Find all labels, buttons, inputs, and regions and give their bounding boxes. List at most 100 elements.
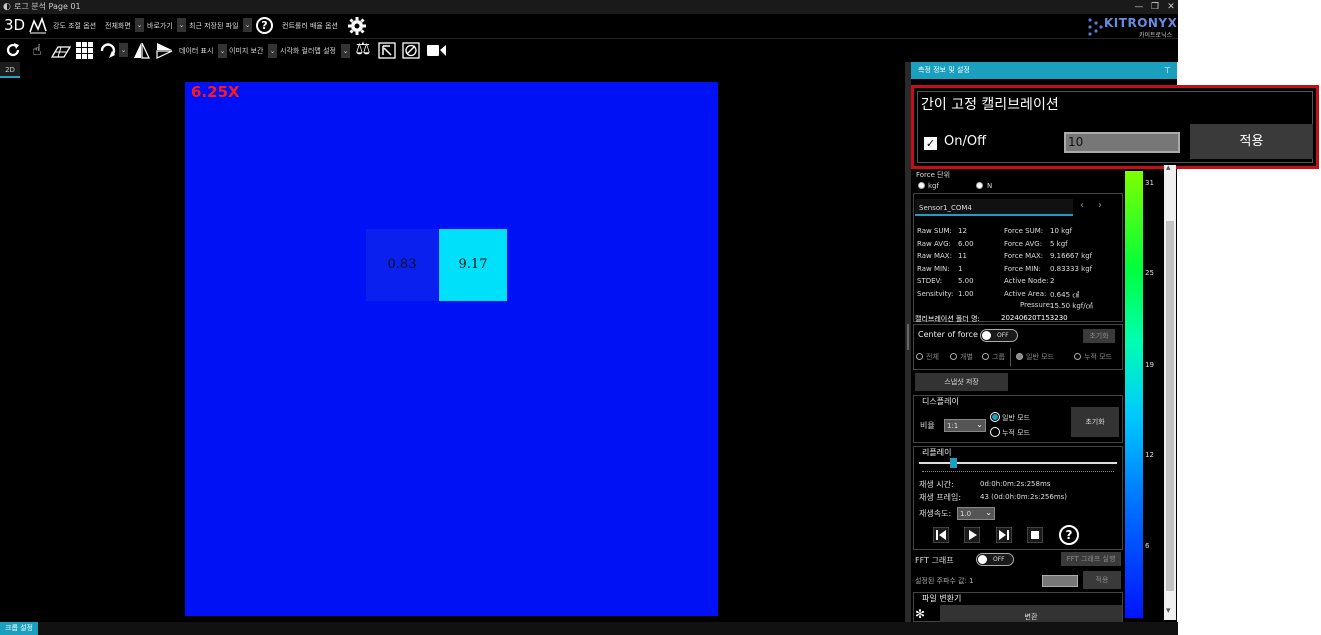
stat-value: 0.83333 kgf <box>1050 264 1093 273</box>
rotate-dropdown-icon[interactable]: ⌄ <box>119 43 128 57</box>
flip-icon[interactable] <box>156 42 173 59</box>
3d-button[interactable]: 3D <box>4 16 25 34</box>
sensor-next-icon[interactable]: › <box>1098 200 1102 211</box>
cof-all-radio[interactable] <box>916 353 923 360</box>
scroll-down-icon[interactable]: ▾ <box>1166 606 1171 616</box>
mirror-icon[interactable] <box>133 42 150 59</box>
image-interp-option[interactable]: 이미지 보간 <box>229 46 263 56</box>
surface-icon[interactable] <box>51 43 71 58</box>
intensity-option[interactable]: 강도 조절 옵션 <box>53 21 96 31</box>
crop-settings-tab[interactable]: 크롭 설정 <box>0 622 38 635</box>
heatmap-canvas[interactable] <box>185 82 718 616</box>
replay-slider-thumb[interactable] <box>949 458 957 468</box>
fft-label: FFT 그래프 <box>915 556 954 565</box>
controller-option[interactable]: 컨트롤러 배율 옵션 <box>282 21 338 31</box>
no-draw-icon[interactable] <box>402 42 420 59</box>
cof-group-label: 그룹 <box>992 353 1005 361</box>
graph-icon[interactable] <box>29 17 47 34</box>
n-radio[interactable] <box>976 182 983 189</box>
calibration-apply-button[interactable]: 적용 <box>1190 124 1313 159</box>
pin-icon[interactable]: ⊤ <box>1164 62 1171 79</box>
display-reset-button[interactable]: 초기화 <box>1071 407 1119 437</box>
fft-apply-button[interactable]: 적용 <box>1083 571 1121 589</box>
sensor-tab[interactable]: Sensor1_COM4 <box>915 199 1073 216</box>
stat-value: 11 <box>958 252 967 261</box>
heatmap-cell-low: 0.83 <box>366 229 438 301</box>
sensor-prev-icon[interactable]: ‹ <box>1080 200 1084 211</box>
fullscreen-dropdown-icon[interactable]: ⌄ <box>135 18 144 32</box>
cof-normal-radio[interactable] <box>1016 353 1023 360</box>
fullscreen-option[interactable]: 전체화면 <box>105 21 131 31</box>
data-display-option[interactable]: 데이터 표시 <box>179 46 213 56</box>
help-icon[interactable]: ? <box>256 17 273 34</box>
cof-group-radio[interactable] <box>982 353 989 360</box>
app-icon: ◐ <box>3 2 11 12</box>
cof-reset-button[interactable]: 초기화 <box>1083 329 1115 343</box>
stat-key: Force MAX: <box>1004 252 1044 261</box>
replay-time-value: 0d:0h:0m:2s:258ms <box>980 480 1051 488</box>
display-normal-label: 일반 모드 <box>1002 414 1030 422</box>
recent-dropdown-icon[interactable]: ⌄ <box>243 18 252 32</box>
skip-end-icon[interactable] <box>996 527 1012 543</box>
shortcut-option[interactable]: 바로가기 <box>147 21 173 31</box>
colorbar-tick-label: 12 <box>1145 451 1154 459</box>
refresh-icon[interactable] <box>5 42 21 58</box>
touch-icon[interactable]: ☝ <box>28 41 46 59</box>
sensor-tab-label: Sensor1_COM4 <box>919 204 972 212</box>
scale-icon[interactable]: ⚖ <box>353 40 373 58</box>
stat-key: Raw MIN: <box>917 264 950 273</box>
n-label: N <box>987 182 993 190</box>
colormap-dropdown-icon[interactable]: ⌄ <box>341 44 350 58</box>
force-unit-label: Force 단위 <box>916 171 951 179</box>
display-accum-label: 누적 모드 <box>1002 429 1030 437</box>
cursor-box-icon[interactable] <box>378 42 396 59</box>
stat-value: 2 <box>1050 277 1055 286</box>
display-accum-radio[interactable] <box>990 427 1000 437</box>
scroll-thumb[interactable] <box>1166 221 1174 591</box>
stat-value: 0.645 ㎠ <box>1050 291 1080 299</box>
kgf-radio[interactable] <box>918 182 925 189</box>
display-normal-radio[interactable] <box>990 412 1000 422</box>
cof-accum-radio[interactable] <box>1074 353 1081 360</box>
ratio-select[interactable]: 1:1 ⌄ <box>944 419 986 432</box>
scroll-up-icon[interactable]: ▴ <box>1166 163 1171 173</box>
fft-run-button[interactable]: FFT 그래프 실행 <box>1061 552 1121 566</box>
snapshot-button[interactable]: 스냅샷 저장 <box>915 373 1008 391</box>
calibration-value-input[interactable]: 10 <box>1064 132 1180 153</box>
rotate-icon[interactable] <box>99 42 117 59</box>
image-interp-dropdown-icon[interactable]: ⌄ <box>268 44 277 58</box>
close-icon[interactable]: ✕ <box>1164 0 1178 14</box>
shortcut-dropdown-icon[interactable]: ⌄ <box>177 18 186 32</box>
brand-logo: KITRONYX 카이트로닉스 <box>1087 16 1177 39</box>
skip-start-icon[interactable] <box>933 527 949 543</box>
gear-icon[interactable] <box>347 16 367 36</box>
fft-toggle[interactable]: OFF <box>976 553 1014 566</box>
onoff-label: On/Off <box>944 134 987 149</box>
colorbar <box>1125 171 1143 618</box>
camera-icon[interactable] <box>427 44 446 57</box>
ratio-chevron-icon: ⌄ <box>976 420 983 429</box>
stop-icon[interactable] <box>1027 527 1043 543</box>
calibration-checkbox[interactable]: ✓ <box>924 137 937 150</box>
stat-key: Active Node: <box>1004 277 1049 286</box>
colormap-option[interactable]: 시각화 컬러맵 설정 <box>280 46 336 56</box>
cof-each-label: 개별 <box>960 353 973 361</box>
restore-icon[interactable]: ❐ <box>1148 0 1162 14</box>
play-icon[interactable] <box>964 527 980 543</box>
minimize-icon[interactable]: — <box>1132 0 1146 14</box>
panel-scrollbar[interactable]: ▴ ▾ <box>1164 163 1176 620</box>
recent-files-option[interactable]: 최근 저장된 파일 <box>189 21 239 31</box>
replay-title: 리플레이 <box>922 448 952 457</box>
tab-2d[interactable]: 2D <box>0 62 20 78</box>
converter-button[interactable]: 변환 <box>940 605 1122 622</box>
center-of-force-toggle[interactable]: OFF <box>980 329 1018 342</box>
data-display-dropdown-icon[interactable]: ⌄ <box>218 44 227 58</box>
panel-title: 측정 정보 및 설정 <box>918 66 970 74</box>
cof-each-radio[interactable] <box>950 353 957 360</box>
stat-value: 12 <box>958 227 967 235</box>
fft-freq-input[interactable] <box>1042 575 1078 587</box>
grid-icon[interactable] <box>76 42 94 59</box>
replay-speed-select[interactable]: 1.0 ⌄ <box>957 507 995 520</box>
ratio-value: 1:1 <box>947 422 959 430</box>
replay-help-icon[interactable]: ? <box>1059 525 1079 545</box>
